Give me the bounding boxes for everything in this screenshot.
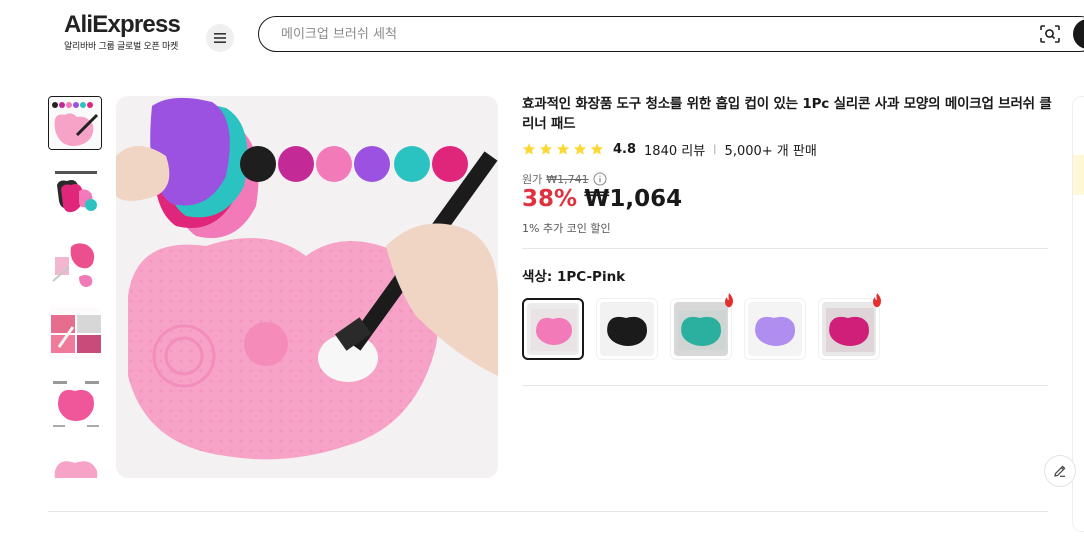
rating-value: 4.8 bbox=[613, 141, 637, 157]
swatch-image bbox=[531, 309, 577, 351]
camera-scan-icon bbox=[1040, 25, 1060, 43]
star-icon bbox=[556, 143, 570, 155]
menu-button[interactable] bbox=[206, 24, 234, 52]
info-icon[interactable] bbox=[593, 172, 607, 186]
fire-icon bbox=[725, 293, 733, 308]
search-bar bbox=[258, 16, 1084, 52]
thumbnail-6[interactable] bbox=[48, 446, 102, 478]
color-swatch-green[interactable] bbox=[670, 293, 733, 360]
search-button[interactable] bbox=[1073, 19, 1084, 49]
original-price-label: 원가 bbox=[522, 173, 543, 186]
star-icon bbox=[590, 143, 604, 155]
product-title: 효과적인 화장품 도구 청소를 위한 흡입 컵이 있는 1Pc 실리콘 사과 모… bbox=[522, 96, 1052, 132]
swatch-image bbox=[755, 316, 795, 346]
color-swatch-rose[interactable] bbox=[818, 293, 881, 360]
rating-summary[interactable]: 4.8 1840 리뷰 | 5,000+ 개 판매 bbox=[522, 140, 817, 159]
color-swatch-pink[interactable] bbox=[522, 298, 584, 360]
hamburger-icon bbox=[214, 33, 226, 43]
thumbnail-image bbox=[49, 97, 101, 149]
star-icon bbox=[539, 143, 553, 155]
thumbnail-1[interactable] bbox=[48, 96, 102, 150]
star-icon bbox=[522, 143, 536, 155]
swatch-image bbox=[678, 310, 726, 350]
original-price: ₩1,741 bbox=[546, 172, 589, 186]
price-row: 38% ₩1,064 bbox=[522, 186, 682, 212]
swatch-image bbox=[607, 316, 647, 346]
thumbnail-image bbox=[49, 307, 101, 359]
coin-discount-note: 1% 추가 코인 할인 bbox=[522, 222, 611, 235]
thumbnail-5[interactable] bbox=[48, 376, 102, 430]
thumbnail-image bbox=[49, 377, 101, 429]
divider bbox=[522, 248, 1048, 249]
divider bbox=[48, 511, 1048, 512]
thumbnail-list bbox=[48, 96, 104, 478]
discount-percent: 38% bbox=[522, 186, 578, 212]
logo-text: AliExpress bbox=[64, 11, 181, 38]
thumbnail-image bbox=[49, 447, 101, 478]
sale-price: ₩1,064 bbox=[584, 186, 683, 212]
panel-highlight bbox=[1073, 155, 1084, 195]
thumbnail-3[interactable] bbox=[48, 236, 102, 290]
color-swatch-black[interactable] bbox=[596, 298, 658, 360]
swatch-image bbox=[826, 308, 874, 352]
aliexpress-logo[interactable]: AliExpress 알리바바 그룹 글로벌 오픈 마켓 bbox=[64, 11, 194, 53]
divider: | bbox=[713, 143, 717, 155]
main-product-image[interactable] bbox=[116, 96, 498, 478]
fire-icon bbox=[873, 293, 881, 308]
rating-stars bbox=[522, 142, 604, 156]
color-selection-label: 색상: 1PC-Pink bbox=[522, 269, 626, 285]
logo-subtitle: 알리바바 그룹 글로벌 오픈 마켓 bbox=[64, 42, 178, 52]
sold-count: 5,000+ 개 판매 bbox=[724, 143, 817, 159]
thumbnail-image bbox=[49, 237, 101, 289]
product-photo bbox=[116, 96, 498, 478]
thumbnail-2[interactable] bbox=[48, 166, 102, 220]
color-swatch-purple[interactable] bbox=[744, 298, 806, 360]
original-price-row: 원가 ₩1,741 bbox=[522, 171, 607, 187]
star-icon bbox=[573, 143, 587, 155]
thumbnail-4[interactable] bbox=[48, 306, 102, 360]
divider bbox=[522, 385, 1048, 386]
color-swatch-list bbox=[522, 293, 881, 360]
thumbnail-image bbox=[49, 167, 101, 219]
feedback-button[interactable] bbox=[1044, 455, 1076, 487]
review-count[interactable]: 1840 리뷰 bbox=[644, 140, 705, 159]
pencil-icon bbox=[1054, 465, 1066, 477]
image-search-button[interactable] bbox=[1039, 24, 1061, 44]
search-input[interactable] bbox=[281, 23, 981, 45]
